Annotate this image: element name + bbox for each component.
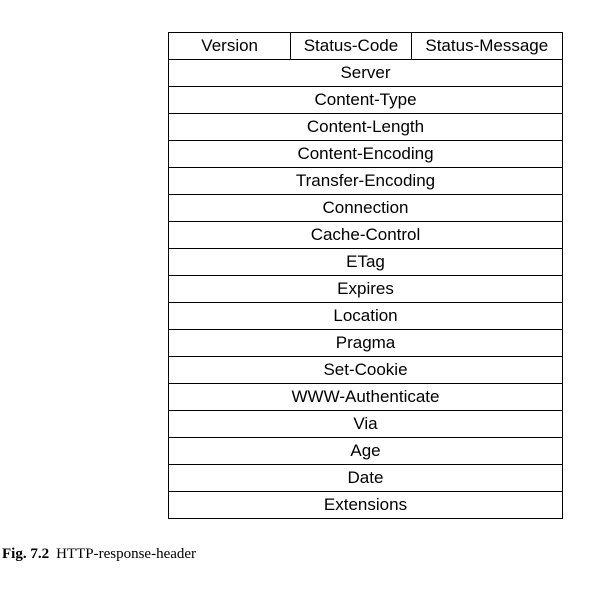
header-field-cell: ETag xyxy=(168,248,563,276)
header-field-row: Server xyxy=(168,59,563,87)
header-field-cell: Age xyxy=(168,437,563,465)
header-field-row: Age xyxy=(168,437,563,465)
figure-caption-text: HTTP-response-header xyxy=(56,546,197,562)
header-field-cell: WWW-Authenticate xyxy=(168,383,563,411)
header-field-cell: Cache-Control xyxy=(168,221,563,249)
header-field-cell: Content-Type xyxy=(168,86,563,114)
header-field-cell: Expires xyxy=(168,275,563,303)
version-cell: Version xyxy=(167,32,292,60)
header-field-row: Expires xyxy=(168,275,563,303)
header-field-cell: Via xyxy=(168,410,563,438)
header-field-row: WWW-Authenticate xyxy=(168,383,563,411)
header-field-row: Transfer-Encoding xyxy=(168,167,563,195)
header-field-row: Content-Type xyxy=(168,86,563,114)
header-field-cell: Set-Cookie xyxy=(168,356,563,384)
header-field-row: Content-Length xyxy=(168,113,563,141)
header-field-row: Set-Cookie xyxy=(168,356,563,384)
figure-label: Fig. 7.2 xyxy=(2,546,50,562)
figure-caption: Fig. 7.2 HTTP-response-header xyxy=(2,546,196,563)
header-field-cell: Server xyxy=(168,59,563,87)
header-field-row: Cache-Control xyxy=(168,221,563,249)
header-field-row: Location xyxy=(168,302,563,330)
header-field-row: Date xyxy=(168,464,563,492)
header-field-row: ETag xyxy=(168,248,563,276)
header-field-row: Content-Encoding xyxy=(168,140,563,168)
header-field-cell: Pragma xyxy=(168,329,563,357)
status-code-cell: Status-Code xyxy=(290,32,412,60)
header-field-cell: Date xyxy=(168,464,563,492)
header-field-row: Connection xyxy=(168,194,563,222)
status-line-row: Version Status-Code Status-Message xyxy=(167,32,564,60)
status-message-cell: Status-Message xyxy=(410,32,564,60)
header-field-row: Via xyxy=(168,410,563,438)
header-field-cell: Extensions xyxy=(168,491,563,519)
header-field-cell: Content-Encoding xyxy=(168,140,563,168)
header-field-cell: Location xyxy=(168,302,563,330)
http-response-header-diagram: Version Status-Code Status-Message Serve… xyxy=(167,32,564,519)
header-field-row: Extensions xyxy=(168,491,563,519)
header-field-cell: Transfer-Encoding xyxy=(168,167,563,195)
header-field-cell: Content-Length xyxy=(168,113,563,141)
header-field-row: Pragma xyxy=(168,329,563,357)
header-field-cell: Connection xyxy=(168,194,563,222)
